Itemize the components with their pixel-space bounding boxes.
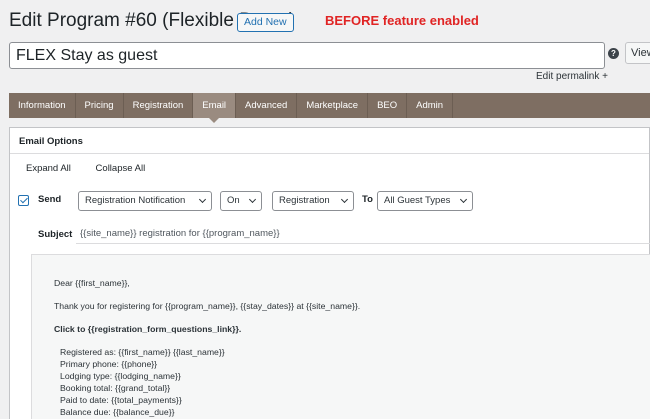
post-title-input[interactable]: FLEX Stay as guest [9, 42, 605, 69]
body-field: Registered as: {{first_name}} {{last_nam… [60, 347, 225, 357]
panel-title: Email Options [10, 128, 649, 154]
subject-input[interactable]: {{site_name}} registration for {{program… [76, 223, 650, 244]
subject-label: Subject [38, 229, 73, 240]
body-field: Primary phone: {{phone}} [60, 359, 158, 369]
body-link-line: Click to {{registration_form_questions_l… [54, 324, 242, 334]
tab-advanced[interactable]: Advanced [236, 93, 298, 118]
add-new-button[interactable]: Add New [237, 13, 294, 32]
tab-registration[interactable]: Registration [124, 93, 194, 118]
body-greeting: Dear {{first_name}}, [54, 278, 130, 288]
body-field: Booking total: {{grand_total}} [60, 383, 171, 393]
event-select-value: Registration [279, 195, 330, 206]
body-field: Lodging type: {{lodging_name}} [60, 371, 181, 381]
edit-permalink-link[interactable]: Edit permalink + [536, 71, 608, 82]
send-checkbox[interactable] [18, 195, 29, 206]
tab-admin[interactable]: Admin [407, 93, 454, 118]
email-body-editor[interactable]: Dear {{first_name}}, Thank you for regis… [31, 254, 650, 419]
tab-beo[interactable]: BEO [368, 93, 408, 118]
send-label: Send [38, 194, 62, 205]
expand-collapse-controls: Expand All Collapse All [26, 163, 167, 174]
body-field: Balance due: {{balance_due}} [60, 407, 175, 417]
recipient-select[interactable]: All Guest Types [377, 191, 473, 211]
view-button[interactable]: View [625, 42, 650, 64]
chevron-down-icon [248, 195, 257, 204]
to-label: To [362, 194, 373, 205]
body-field: Paid to date: {{total_payments}} [60, 395, 182, 405]
collapse-all-link[interactable]: Collapse All [96, 163, 146, 174]
tab-information[interactable]: Information [9, 93, 76, 118]
recipient-select-value: All Guest Types [384, 195, 451, 206]
timing-select[interactable]: On [220, 191, 262, 211]
email-options-panel: Email Options Expand All Collapse All Se… [9, 127, 650, 419]
chevron-down-icon [198, 195, 207, 204]
help-icon[interactable]: ? [608, 48, 619, 59]
expand-all-link[interactable]: Expand All [26, 163, 71, 174]
notification-select[interactable]: Registration Notification [78, 191, 212, 211]
notification-select-value: Registration Notification [85, 195, 186, 206]
tab-email[interactable]: Email [193, 93, 237, 123]
body-intro: Thank you for registering for {{program_… [54, 301, 361, 311]
tab-marketplace[interactable]: Marketplace [297, 93, 369, 118]
before-feature-notice: BEFORE feature enabled [325, 13, 479, 28]
chevron-down-icon [459, 195, 468, 204]
event-select[interactable]: Registration [272, 191, 354, 211]
body-field-list: Registered as: {{first_name}} {{last_nam… [60, 346, 650, 418]
chevron-down-icon [340, 195, 349, 204]
program-tabs: Information Pricing Registration Email A… [9, 93, 650, 123]
timing-select-value: On [227, 195, 240, 206]
tab-pricing[interactable]: Pricing [76, 93, 124, 118]
